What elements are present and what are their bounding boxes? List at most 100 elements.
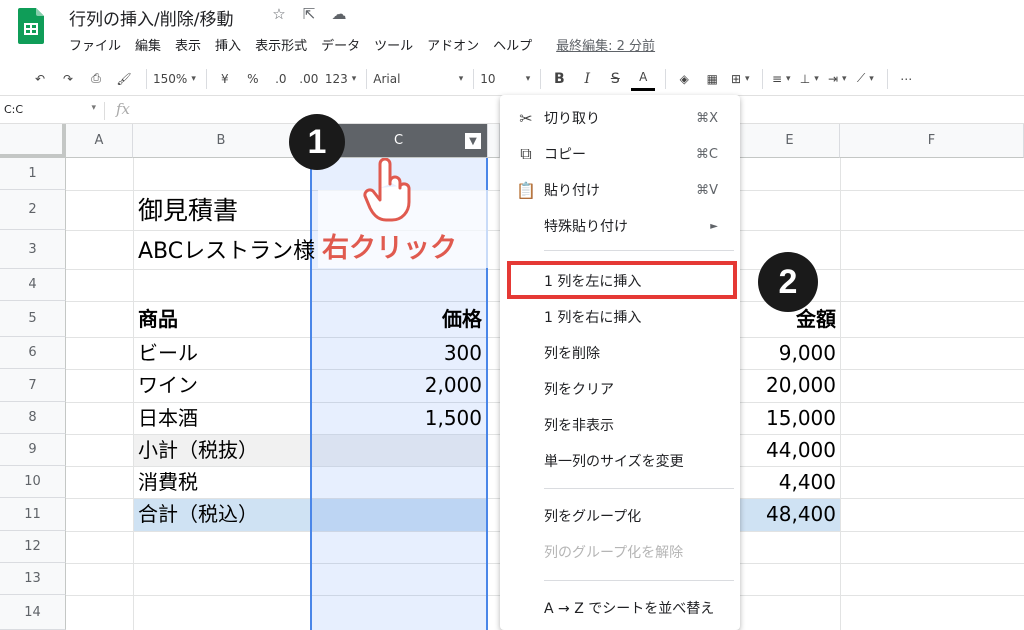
redo-icon[interactable]: ↷ (56, 67, 80, 91)
submenu-arrow-icon: ► (710, 220, 718, 232)
number-format-select[interactable]: 123 (325, 67, 356, 91)
row-header-4[interactable]: 4 (0, 269, 66, 301)
menu-item-paste[interactable]: 📋 貼り付け ⌘V (500, 173, 740, 207)
cell-b6[interactable]: ビール (138, 337, 198, 370)
bold-button[interactable]: B (547, 67, 571, 91)
row-header-14[interactable]: 14 (0, 595, 66, 630)
menu-item-insert-column-right[interactable]: 1 列を右に挿入 (500, 300, 740, 334)
cell-b10[interactable]: 消費税 (138, 466, 198, 499)
menu-help[interactable]: ヘルプ (493, 35, 539, 54)
menu-item-label: A → Z でシートを並べ替え (544, 601, 715, 617)
menu-item-resize-column[interactable]: 単一列のサイズを変更 (500, 444, 740, 478)
row-header-10[interactable]: 10 (0, 466, 66, 498)
move-folder-icon[interactable]: ⇱ (300, 5, 318, 23)
menu-item-delete-column[interactable]: 列を削除 (500, 336, 740, 370)
menu-tools[interactable]: ツール (374, 35, 420, 54)
menu-item-cut[interactable]: ✂ 切り取り ⌘X (500, 101, 740, 135)
percent-format-button[interactable]: % (241, 67, 265, 91)
row-header-13[interactable]: 13 (0, 563, 66, 595)
menu-format[interactable]: 表示形式 (255, 35, 314, 54)
cell-e8[interactable]: 15,000 (740, 402, 836, 435)
menu-edit[interactable]: 編集 (135, 35, 168, 54)
cell-c5[interactable]: 価格 (310, 303, 482, 336)
cell-c8[interactable]: 1,500 (310, 402, 482, 435)
strikethrough-button[interactable]: S (603, 67, 627, 91)
row-header-12[interactable]: 12 (0, 531, 66, 563)
star-icon[interactable]: ☆ (270, 5, 288, 23)
font-select[interactable]: Arial (373, 67, 463, 91)
cell-e7[interactable]: 20,000 (740, 369, 836, 402)
cell-e10[interactable]: 4,400 (740, 466, 836, 499)
borders-icon[interactable]: ▦ (700, 67, 724, 91)
toolbar-divider (887, 68, 889, 89)
row-header-1[interactable]: 1 (0, 158, 66, 190)
column-header-a[interactable]: A (66, 124, 133, 158)
select-all-corner[interactable] (0, 124, 66, 158)
column-header-d[interactable] (488, 124, 500, 158)
print-icon[interactable]: ⎙ (84, 67, 108, 91)
menu-insert[interactable]: 挿入 (215, 35, 248, 54)
cell-b2[interactable]: 御見積書 (138, 194, 238, 227)
menu-view[interactable]: 表示 (175, 35, 208, 54)
sheets-logo-icon[interactable] (18, 8, 44, 44)
menu-item-label: 列を非表示 (544, 418, 614, 434)
text-color-button[interactable]: A (631, 67, 656, 91)
increase-decimal-button[interactable]: .00 (297, 67, 321, 91)
menu-item-label: 列のグループ化を解除 (544, 545, 684, 561)
menu-item-group-column[interactable]: 列をグループ化 (500, 499, 740, 533)
fx-icon: fx (116, 100, 131, 118)
cell-c7[interactable]: 2,000 (310, 369, 482, 402)
menu-item-copy[interactable]: ⧉ コピー ⌘C (500, 137, 740, 171)
column-header-f[interactable]: F (840, 124, 1024, 158)
italic-button[interactable]: I (575, 67, 599, 91)
cell-e9[interactable]: 44,000 (740, 434, 836, 467)
row-header-8[interactable]: 8 (0, 402, 66, 434)
cell-c6[interactable]: 300 (310, 337, 482, 370)
row-header-2[interactable]: 2 (0, 190, 66, 230)
menu-addons[interactable]: アドオン (427, 35, 486, 54)
cloud-status-icon[interactable]: ☁ (330, 5, 348, 23)
cell-b8[interactable]: 日本酒 (138, 402, 198, 435)
menu-file[interactable]: ファイル (69, 35, 128, 54)
toolbar-divider (665, 68, 667, 89)
column-header-e[interactable]: E (740, 124, 840, 158)
text-wrap-icon[interactable]: ⇥ (825, 67, 849, 91)
cell-b9[interactable]: 小計（税抜） (138, 434, 258, 467)
text-rotation-icon[interactable]: ⟋ (853, 67, 877, 91)
cell-e6[interactable]: 9,000 (740, 337, 836, 370)
menu-item-sort-sheet-a-z[interactable]: A → Z でシートを並べ替え (500, 591, 740, 625)
column-menu-button[interactable]: ▼ (465, 133, 481, 149)
undo-icon[interactable]: ↶ (28, 67, 52, 91)
more-options-icon[interactable]: ⋯ (894, 67, 918, 91)
fill-color-icon[interactable]: ◈ (672, 67, 696, 91)
row-header-6[interactable]: 6 (0, 337, 66, 369)
cell-b5[interactable]: 商品 (138, 303, 178, 336)
zoom-select[interactable]: 150% (153, 67, 196, 91)
currency-format-button[interactable]: ¥ (213, 67, 237, 91)
cell-e11[interactable]: 48,400 (740, 498, 836, 531)
menu-item-paste-special[interactable]: 特殊貼り付け ► (500, 209, 740, 243)
scissors-icon: ✂ (519, 108, 533, 128)
font-size-select[interactable]: 10 (480, 67, 530, 91)
paint-format-icon[interactable]: 🖌 (112, 67, 136, 91)
column-header-b[interactable]: B (133, 124, 310, 158)
gridline (133, 158, 134, 630)
cell-b7[interactable]: ワイン (138, 369, 198, 402)
decrease-decimal-button[interactable]: .0 (269, 67, 293, 91)
document-title[interactable]: 行列の挿入/削除/移動 (69, 5, 233, 30)
menu-item-hide-column[interactable]: 列を非表示 (500, 408, 740, 442)
horizontal-align-icon[interactable]: ≡ (769, 67, 793, 91)
row-header-9[interactable]: 9 (0, 434, 66, 466)
last-edit-link[interactable]: 最終編集: 2 分前 (556, 35, 655, 54)
merge-cells-icon[interactable]: ⊞ (728, 67, 752, 91)
menu-item-clear-column[interactable]: 列をクリア (500, 372, 740, 406)
row-header-7[interactable]: 7 (0, 369, 66, 402)
row-header-5[interactable]: 5 (0, 301, 66, 337)
vertical-align-icon[interactable]: ⊥ (797, 67, 821, 91)
row-header-3[interactable]: 3 (0, 230, 66, 269)
cell-b11[interactable]: 合計（税込） (138, 498, 258, 531)
row-header-11[interactable]: 11 (0, 498, 66, 531)
cell-b3[interactable]: ABCレストラン様 (138, 235, 315, 268)
name-box[interactable]: C:C (4, 103, 96, 116)
menu-data[interactable]: データ (321, 35, 367, 54)
